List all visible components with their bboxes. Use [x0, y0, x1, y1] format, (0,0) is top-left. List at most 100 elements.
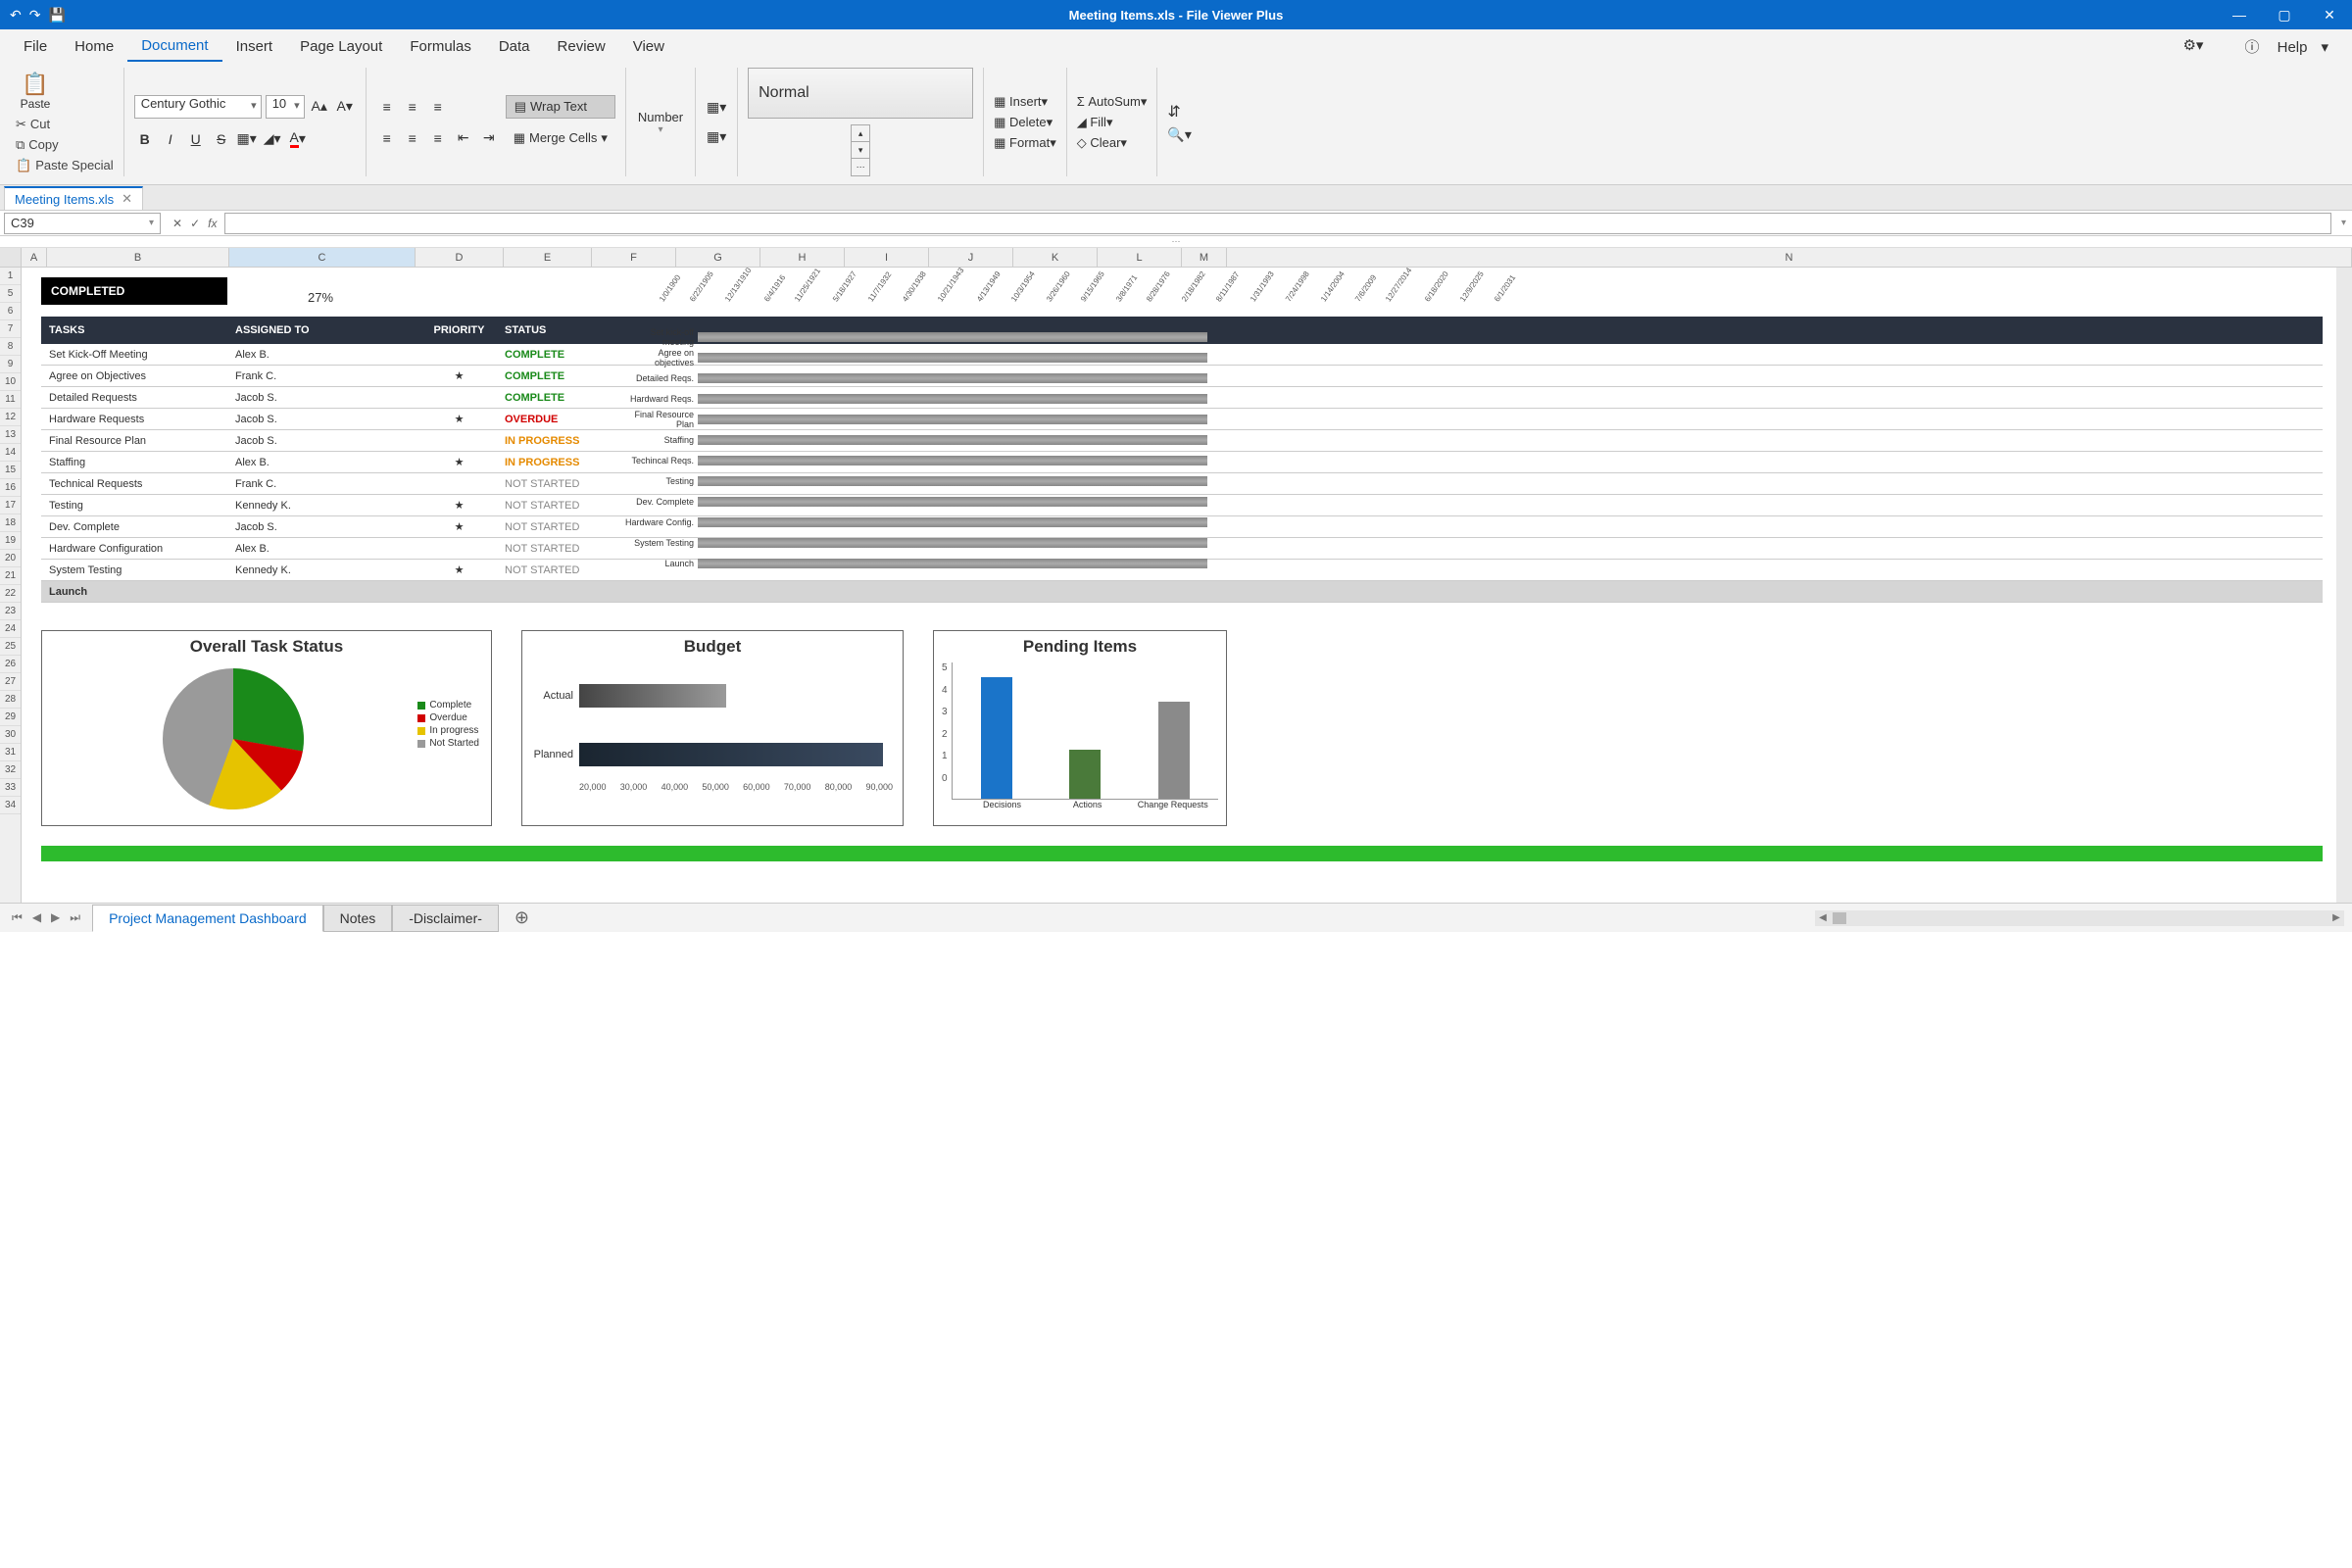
italic-button[interactable]: I [160, 128, 181, 150]
copy-button[interactable]: ⧉ Copy [16, 137, 114, 153]
align-bottom-button[interactable]: ≡ [427, 96, 449, 118]
sheet-content[interactable]: COMPLETED 27% TASKS ASSIGNED TO PRIORITY… [22, 268, 2336, 903]
row-header[interactable]: 7 [0, 320, 21, 338]
col-header[interactable]: F [592, 248, 676, 267]
style-down-button[interactable]: ▾ [852, 142, 869, 159]
row-header[interactable]: 34 [0, 797, 21, 814]
style-more-button[interactable]: ⋯ [852, 159, 869, 175]
row-header[interactable]: 28 [0, 691, 21, 709]
cell-style-normal[interactable]: Normal [748, 68, 973, 119]
autosum-button[interactable]: Σ AutoSum▾ [1077, 94, 1148, 110]
fill-color-button[interactable]: ◢▾ [262, 128, 283, 150]
sheet-tab-notes[interactable]: Notes [323, 905, 393, 932]
font-size-select[interactable]: 10 [266, 95, 305, 119]
col-header[interactable]: A [22, 248, 47, 267]
minimize-button[interactable]: — [2217, 0, 2262, 29]
row-header[interactable]: 6 [0, 303, 21, 320]
paste-button[interactable]: 📋 Paste [16, 72, 55, 111]
ribbon-options-icon[interactable]: ⚙▾ [2169, 30, 2217, 63]
sheet-tab-disclaimer[interactable]: -Disclaimer- [392, 905, 499, 932]
paste-special-button[interactable]: 📋 Paste Special [16, 158, 114, 173]
indent-increase-button[interactable]: ⇥ [478, 127, 500, 149]
ribbon-tab-home[interactable]: Home [61, 32, 127, 61]
row-header[interactable]: 20 [0, 550, 21, 567]
row-header[interactable]: 23 [0, 603, 21, 620]
sheet-nav-first[interactable]: ⏮ [12, 910, 23, 925]
row-header[interactable]: 17 [0, 497, 21, 514]
formula-input[interactable] [224, 213, 2331, 234]
row-header[interactable]: 1 [0, 268, 21, 285]
row-header[interactable]: 10 [0, 373, 21, 391]
save-button[interactable]: 💾 [48, 7, 65, 24]
col-header[interactable]: K [1013, 248, 1098, 267]
help-button[interactable]: ⓘ Help▾ [2230, 30, 2342, 63]
close-button[interactable]: ✕ [2307, 0, 2352, 29]
accept-formula-icon[interactable]: ✓ [190, 217, 200, 230]
row-header[interactable]: 26 [0, 656, 21, 673]
ribbon-tab-page-layout[interactable]: Page Layout [286, 32, 396, 61]
align-center-button[interactable]: ≡ [402, 127, 423, 149]
add-sheet-button[interactable]: ⊕ [499, 903, 545, 933]
format-table-button[interactable]: ▦▾ [706, 126, 727, 148]
row-header[interactable]: 5 [0, 285, 21, 303]
strike-button[interactable]: S [211, 128, 232, 150]
ribbon-tab-data[interactable]: Data [485, 32, 544, 61]
ribbon-tab-document[interactable]: Document [127, 31, 221, 62]
row-header[interactable]: 16 [0, 479, 21, 497]
row-header[interactable]: 21 [0, 567, 21, 585]
merge-cells-button[interactable]: ▦ Merge Cells▾ [506, 126, 615, 150]
bold-button[interactable]: B [134, 128, 156, 150]
increase-font-button[interactable]: A▴ [309, 96, 330, 118]
col-header[interactable]: H [760, 248, 845, 267]
name-box[interactable]: C39▾ [4, 213, 161, 234]
col-header[interactable]: E [504, 248, 592, 267]
clear-button[interactable]: ◇ Clear▾ [1077, 135, 1148, 151]
select-all-corner[interactable] [0, 248, 22, 267]
ribbon-tab-formulas[interactable]: Formulas [396, 32, 485, 61]
find-button[interactable]: 🔍▾ [1167, 126, 1191, 143]
sheet-nav-next[interactable]: ▶ [51, 910, 60, 925]
ribbon-tab-insert[interactable]: Insert [222, 32, 287, 61]
row-header[interactable]: 24 [0, 620, 21, 638]
row-header[interactable]: 32 [0, 761, 21, 779]
cancel-formula-icon[interactable]: ✕ [172, 217, 182, 230]
align-middle-button[interactable]: ≡ [402, 96, 423, 118]
row-header[interactable]: 31 [0, 744, 21, 761]
sheet-nav-prev[interactable]: ◀ [32, 910, 41, 925]
document-tab[interactable]: Meeting Items.xls ✕ [4, 186, 143, 210]
table-row[interactable]: Launch [41, 581, 2323, 603]
insert-cells-button[interactable]: ▦ Insert▾ [994, 94, 1056, 110]
vertical-scrollbar[interactable] [2336, 268, 2352, 903]
close-tab-icon[interactable]: ✕ [122, 191, 132, 207]
row-header[interactable]: 27 [0, 673, 21, 691]
delete-cells-button[interactable]: ▦ Delete▾ [994, 115, 1056, 130]
row-header[interactable]: 13 [0, 426, 21, 444]
redo-button[interactable]: ↷ [29, 7, 41, 24]
col-header[interactable]: M [1182, 248, 1227, 267]
col-header[interactable]: N [1227, 248, 2352, 267]
ribbon-tab-view[interactable]: View [619, 32, 678, 61]
col-header[interactable]: J [929, 248, 1013, 267]
col-header[interactable]: C [229, 248, 416, 267]
cut-button[interactable]: ✂ Cut [16, 117, 114, 132]
row-header[interactable]: 11 [0, 391, 21, 409]
borders-button[interactable]: ▦▾ [236, 128, 258, 150]
row-header[interactable]: 8 [0, 338, 21, 356]
fill-button[interactable]: ◢ Fill▾ [1077, 115, 1148, 130]
align-right-button[interactable]: ≡ [427, 127, 449, 149]
row-header[interactable]: 22 [0, 585, 21, 603]
font-family-select[interactable]: Century Gothic [134, 95, 262, 119]
align-top-button[interactable]: ≡ [376, 96, 398, 118]
undo-button[interactable]: ↶ [10, 7, 22, 24]
ribbon-tab-review[interactable]: Review [544, 32, 619, 61]
row-header[interactable]: 12 [0, 409, 21, 426]
col-header[interactable]: D [416, 248, 504, 267]
underline-button[interactable]: U [185, 128, 207, 150]
sheet-tab-dashboard[interactable]: Project Management Dashboard [92, 905, 323, 932]
row-header[interactable]: 15 [0, 462, 21, 479]
indent-decrease-button[interactable]: ⇤ [453, 127, 474, 149]
align-left-button[interactable]: ≡ [376, 127, 398, 149]
formula-expand-icon[interactable]: ▾ [2335, 218, 2352, 228]
row-header[interactable]: 9 [0, 356, 21, 373]
col-header[interactable]: B [47, 248, 229, 267]
